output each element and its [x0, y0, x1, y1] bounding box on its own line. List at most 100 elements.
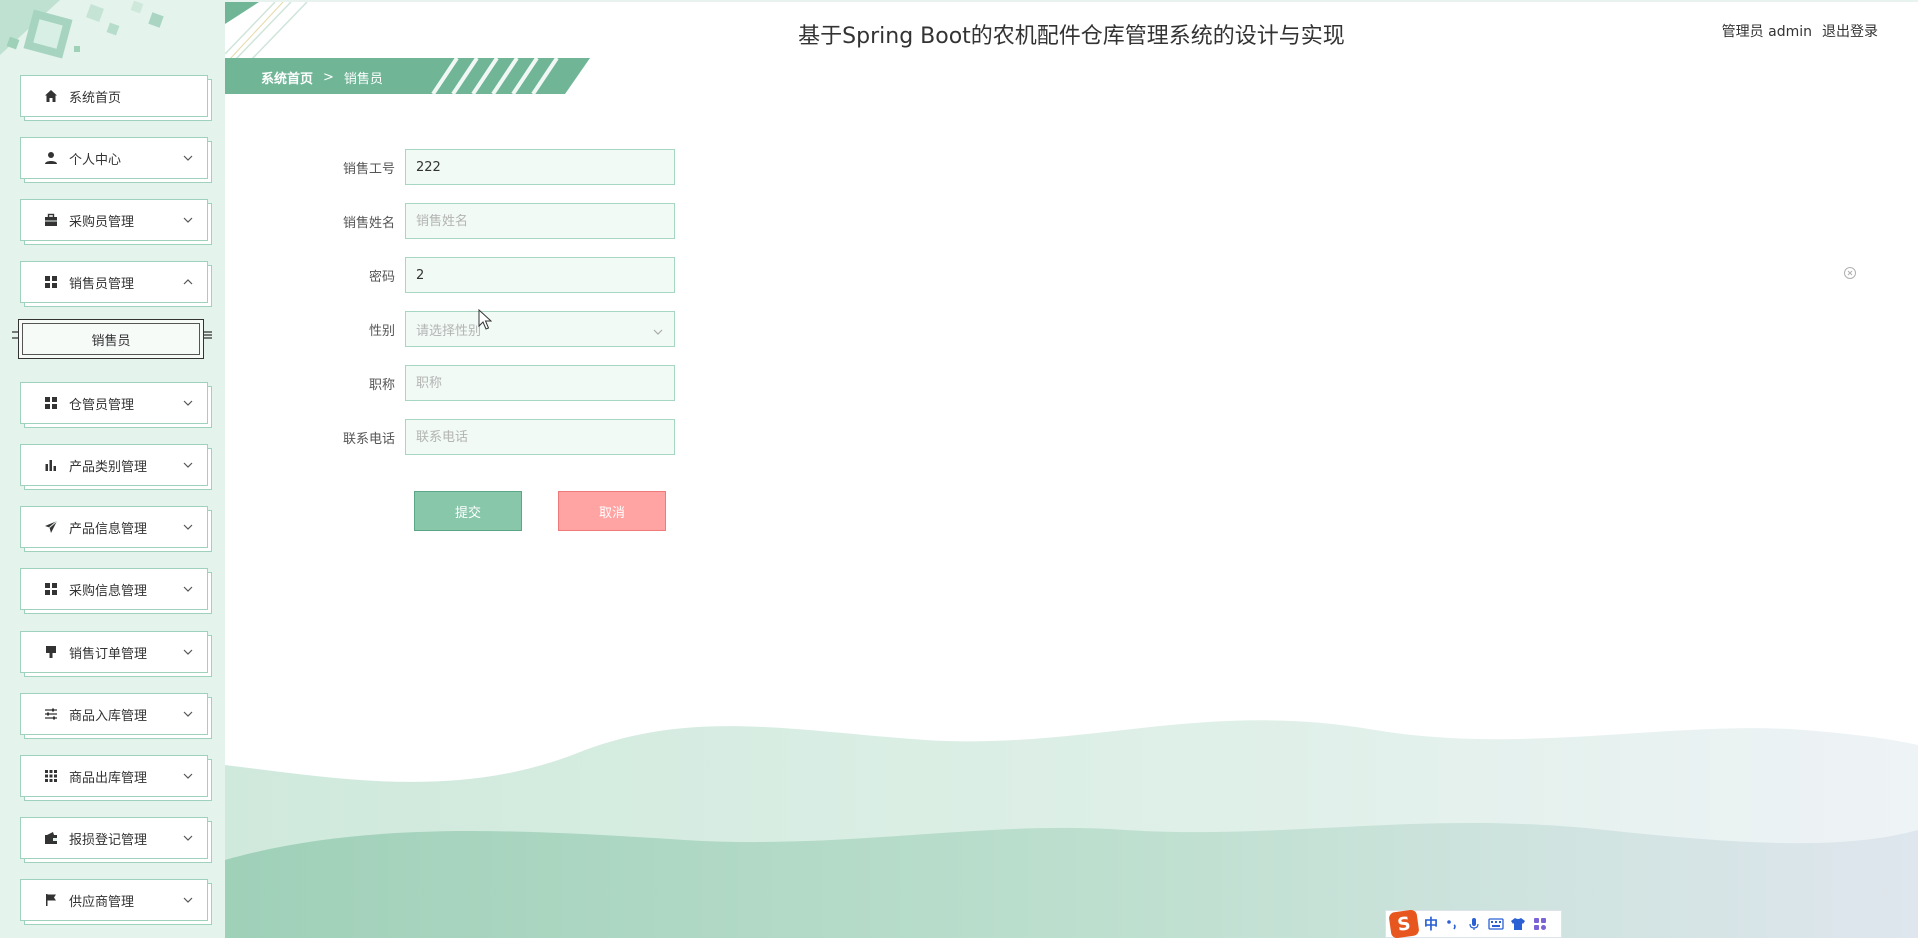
ime-mode-toggle[interactable]: 中	[1424, 914, 1438, 934]
sidebar-item-warehouse-keeper[interactable]: 仓管员管理	[15, 375, 208, 433]
chevron-down-icon	[181, 520, 195, 534]
paper-plane-icon	[43, 519, 59, 535]
sidebar-item-salesperson[interactable]: 销售员管理	[15, 254, 208, 312]
gender-select-placeholder: 请选择性别	[416, 323, 482, 339]
sidebar-item-home[interactable]: 系统首页	[15, 68, 208, 126]
wallet-icon	[43, 830, 59, 846]
submit-button[interactable]: 提交	[414, 491, 522, 531]
grid-icon	[43, 274, 59, 290]
ime-toolbar: S 中	[1385, 909, 1562, 938]
cancel-button[interactable]: 取消	[558, 491, 666, 531]
job-title-input[interactable]	[416, 375, 664, 391]
field-label: 联系电话	[342, 431, 395, 447]
form-row-password: 密码	[330, 256, 690, 294]
sidebar-item-label: 系统首页	[69, 90, 122, 106]
sidebar-subitem-label: 销售员	[91, 333, 131, 349]
toolbox-icon[interactable]	[1532, 916, 1548, 932]
field-label: 密码	[368, 269, 395, 285]
sidebar-item-product-category[interactable]: 产品类别管理	[15, 437, 208, 495]
sidebar-item-product-info[interactable]: 产品信息管理	[15, 499, 208, 557]
gender-select[interactable]: 请选择性别	[405, 311, 675, 347]
clear-icon[interactable]	[1843, 266, 1857, 280]
sidebar-item-label: 销售员管理	[69, 276, 135, 292]
sliders-icon	[43, 706, 59, 722]
sales-name-input[interactable]	[416, 213, 664, 229]
microphone-icon[interactable]	[1466, 916, 1482, 932]
breadcrumb-home[interactable]: 系统首页	[261, 68, 313, 87]
chevron-down-icon	[181, 582, 195, 596]
field-label: 职称	[368, 377, 395, 393]
chevron-down-icon	[181, 893, 195, 907]
user-icon	[43, 150, 59, 166]
sidebar-item-label: 采购员管理	[69, 214, 135, 230]
field-label: 销售工号	[342, 161, 395, 177]
sidebar-subitem-salesperson[interactable]: 销售员	[18, 319, 204, 359]
stamp-icon	[43, 644, 59, 660]
bar-chart-icon	[43, 457, 59, 473]
form-row-job-title: 职称	[330, 364, 690, 402]
top-header: 基于Spring Boot的农机配件仓库管理系统的设计与实现 管理员 admin…	[225, 0, 1918, 60]
chevron-down-icon	[181, 396, 195, 410]
app-root: 系统首页 个人中心 采购员管理 销售员管理 销售员 仓管员管理 产品类别管理 产…	[0, 0, 1918, 938]
sidebar-item-sales-order[interactable]: 销售订单管理	[15, 624, 208, 682]
sidebar-item-label: 产品类别管理	[69, 459, 148, 475]
keyboard-icon[interactable]	[1488, 916, 1504, 932]
sidebar-item-supplier[interactable]: 供应商管理	[15, 872, 208, 930]
page-title: 基于Spring Boot的农机配件仓库管理系统的设计与实现	[798, 24, 1345, 49]
user-label: 管理员 admin	[1721, 24, 1812, 40]
breadcrumb: 系统首页 > 销售员	[261, 68, 383, 87]
sidebar-item-stock-out[interactable]: 商品出库管理	[15, 748, 208, 806]
apps-icon	[43, 768, 59, 784]
chevron-down-icon	[181, 151, 195, 165]
logout-link[interactable]: 退出登录	[1822, 21, 1878, 41]
sidebar-item-personal-center[interactable]: 个人中心	[15, 130, 208, 188]
sidebar-item-label: 商品入库管理	[69, 708, 148, 724]
user-area: 管理员 admin 退出登录	[1722, 21, 1878, 41]
chevron-down-icon	[652, 323, 664, 335]
mouse-cursor-icon	[478, 309, 492, 330]
sidebar-decoration	[0, 0, 225, 80]
breadcrumb-current: 销售员	[343, 72, 383, 87]
sidebar-item-purchase-info[interactable]: 采购信息管理	[15, 561, 208, 619]
chevron-down-icon	[181, 831, 195, 845]
sidebar-item-label: 仓管员管理	[69, 397, 135, 413]
grid-icon	[43, 581, 59, 597]
sales-id-field-wrapper	[405, 149, 675, 185]
grid-icon	[43, 395, 59, 411]
chevron-down-icon	[181, 645, 195, 659]
password-field-wrapper	[405, 257, 675, 293]
form-row-phone: 联系电话	[330, 418, 690, 456]
sidebar-item-label: 供应商管理	[69, 894, 135, 910]
sidebar-item-label: 报损登记管理	[69, 832, 148, 848]
password-input[interactable]	[416, 267, 664, 283]
form-row-sales-id: 销售工号	[330, 148, 690, 186]
breadcrumb-separator: >	[323, 70, 334, 85]
sales-id-input[interactable]	[416, 159, 664, 175]
phone-input[interactable]	[416, 429, 664, 445]
chevron-up-icon	[181, 275, 195, 289]
chevron-down-icon	[181, 458, 195, 472]
sidebar-item-label: 销售订单管理	[69, 646, 148, 662]
chevron-down-icon	[181, 769, 195, 783]
form-row-gender: 性别 请选择性别	[330, 310, 690, 348]
home-icon	[43, 88, 59, 104]
punctuation-icon[interactable]	[1444, 916, 1460, 932]
sidebar-item-stock-in[interactable]: 商品入库管理	[15, 686, 208, 744]
chevron-down-icon	[181, 707, 195, 721]
sidebar-item-label: 商品出库管理	[69, 770, 148, 786]
briefcase-icon	[43, 212, 59, 228]
sales-name-field-wrapper	[405, 203, 675, 239]
sidebar-item-purchaser[interactable]: 采购员管理	[15, 192, 208, 250]
field-label: 销售姓名	[342, 215, 395, 231]
flag-icon	[43, 892, 59, 908]
sidebar-item-label: 产品信息管理	[69, 521, 148, 537]
job-title-field-wrapper	[405, 365, 675, 401]
skin-shirt-icon[interactable]	[1510, 916, 1526, 932]
sidebar-item-label: 采购信息管理	[69, 583, 148, 599]
field-label: 性别	[368, 323, 395, 339]
form-row-sales-name: 销售姓名	[330, 202, 690, 240]
phone-field-wrapper	[405, 419, 675, 455]
ime-logo[interactable]: S	[1388, 909, 1420, 938]
sidebar-item-damage-report[interactable]: 报损登记管理	[15, 810, 208, 868]
sidebar-item-label: 个人中心	[69, 152, 122, 168]
